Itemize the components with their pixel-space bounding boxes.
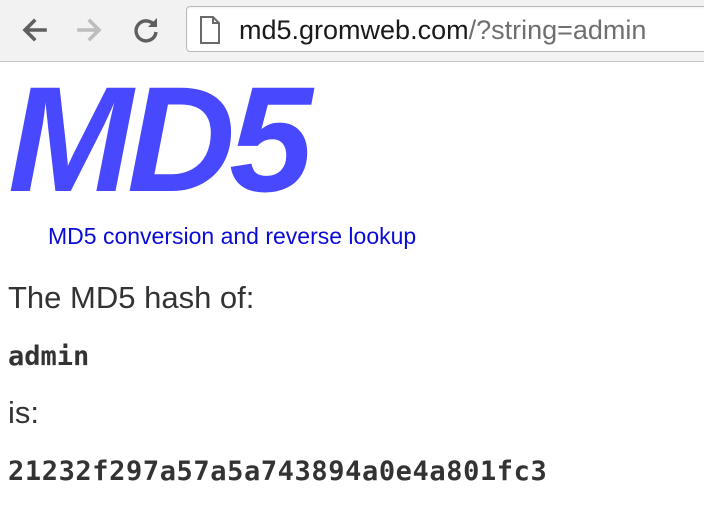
url-path: /?string=admin (468, 15, 647, 45)
back-arrow-icon (22, 18, 47, 42)
address-bar[interactable]: md5.gromweb.com/?string=admin (186, 6, 704, 52)
md5-hash-value: 21232f297a57a5a743894a0e4a801fc3 (8, 456, 548, 487)
back-button[interactable] (16, 12, 52, 48)
page-content: MD5 MD5 conversion and reverse lookup Th… (0, 62, 704, 512)
browser-toolbar: md5.gromweb.com/?string=admin (0, 0, 704, 62)
input-string: admin (8, 341, 90, 372)
url-text[interactable]: md5.gromweb.com/?string=admin (239, 14, 646, 46)
site-tagline[interactable]: MD5 conversion and reverse lookup (48, 222, 416, 250)
reload-button[interactable] (128, 12, 164, 48)
url-host: md5.gromweb.com (239, 15, 469, 45)
hash-of-label: The MD5 hash of: (8, 280, 255, 315)
forward-button[interactable] (72, 12, 108, 48)
forward-arrow-icon (77, 18, 102, 42)
is-label: is: (8, 395, 39, 430)
page-icon (200, 16, 220, 44)
site-logo[interactable]: MD5 (8, 64, 313, 214)
reload-icon (134, 18, 158, 43)
